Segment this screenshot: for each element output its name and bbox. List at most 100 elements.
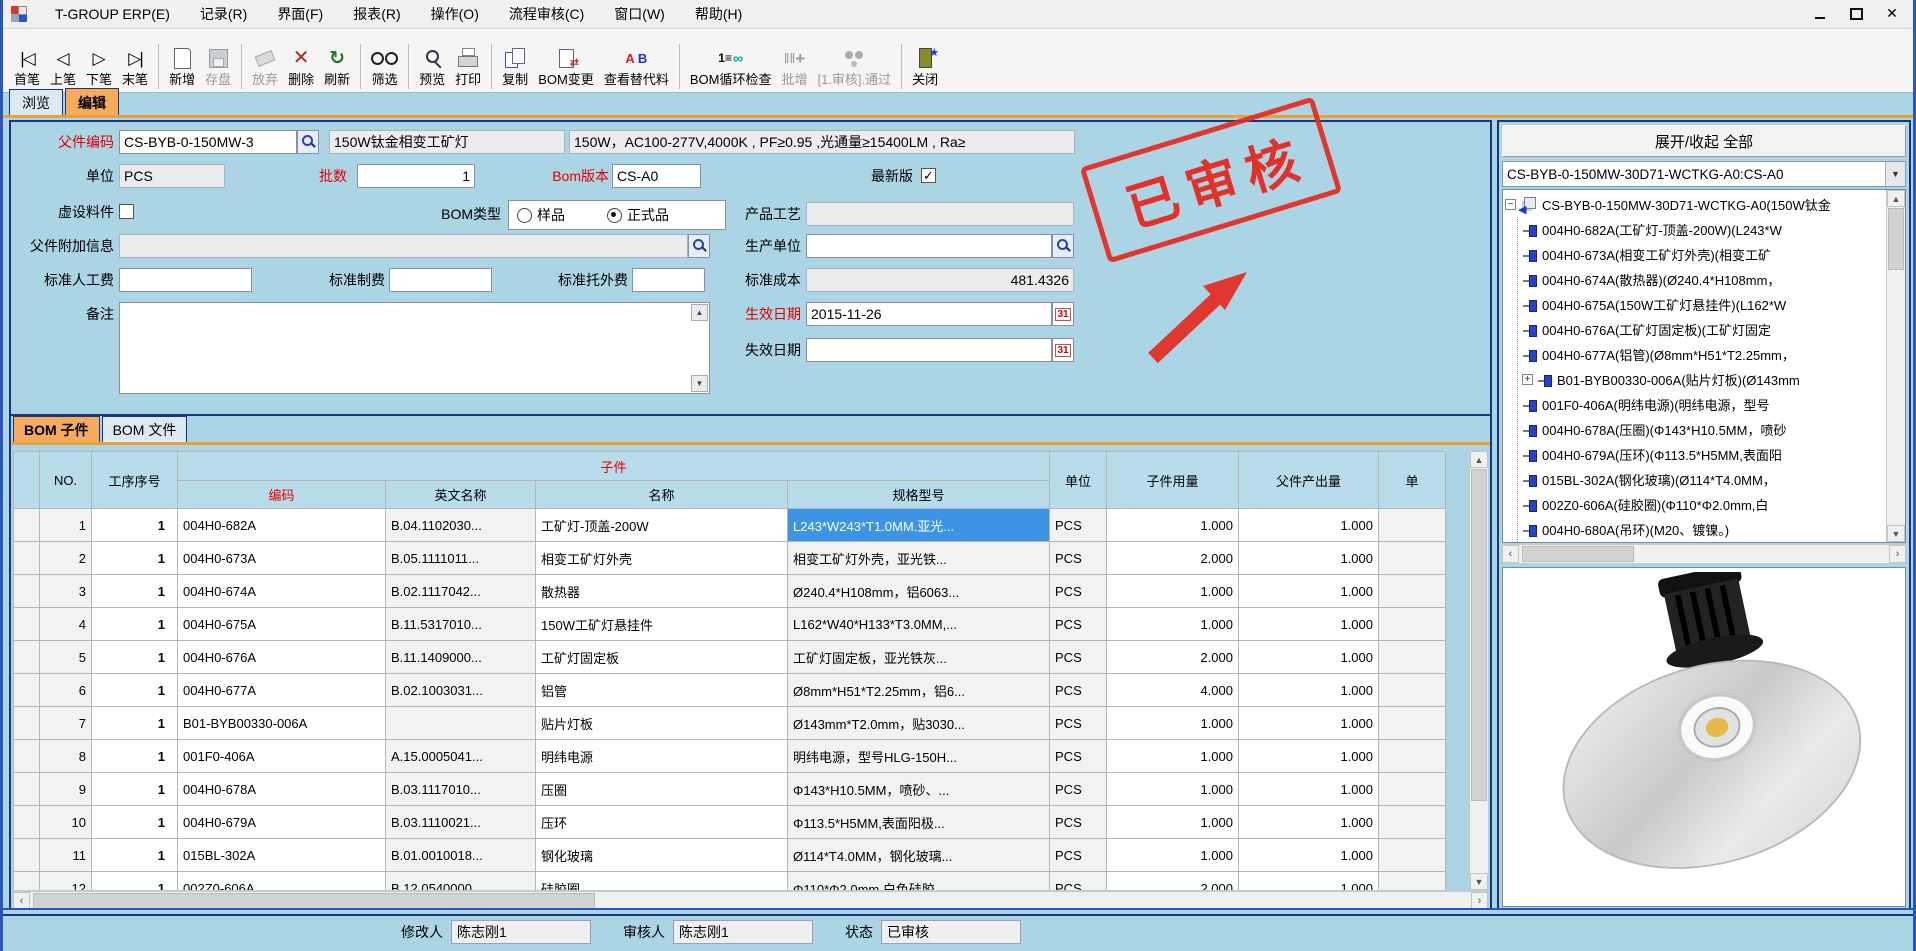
cell-code[interactable]: 004H0-676A [178,641,386,674]
grid-horizontal-scrollbar[interactable]: ‹ › [13,891,1488,910]
cell-extra[interactable] [1379,509,1446,542]
toolbar-button[interactable]: 上笔 [45,44,81,89]
cell-en-name[interactable]: B.11.1409000... [386,641,536,674]
toolbar-button[interactable]: 下笔 [81,44,117,89]
cell-name[interactable]: 压环 [536,806,788,839]
std-outsource-input[interactable] [632,268,705,292]
cell-spec[interactable]: 工矿灯固定板，亚光铁灰... [788,641,1050,674]
cell-name[interactable]: 压圈 [536,773,788,806]
scroll-left-icon[interactable]: ‹ [13,892,30,910]
scroll-up-icon[interactable]: ▲ [1470,451,1488,468]
parent-code-input[interactable]: CS-BYB-0-150MW-3 [119,130,297,154]
cell-unit[interactable]: PCS [1050,608,1107,641]
scroll-down-icon[interactable]: ▼ [1470,873,1488,890]
toolbar-button[interactable]: 批增 [776,44,812,89]
parent-name-field[interactable]: 150W钛金相变工矿灯 [329,130,565,154]
tree-vertical-scrollbar[interactable]: ▲ ▼ [1886,190,1905,542]
cell-qty[interactable]: 1.000 [1107,806,1239,839]
cell-seq[interactable]: 1 [92,542,178,575]
cell-spec[interactable]: Ø240.4*H108mm，铝6063... [788,575,1050,608]
cell-name[interactable]: 明纬电源 [536,740,788,773]
cell-name[interactable]: 硅胶圈 [536,872,788,891]
cell-en-name[interactable]: B.03.1117010... [386,773,536,806]
window-control-button[interactable] [1843,3,1869,23]
tree-item[interactable]: 004H0-676A(工矿灯固定板)(工矿灯固定 [1522,317,1887,342]
cell-qty[interactable]: 1.000 [1107,740,1239,773]
cell-row-selector[interactable] [14,773,40,806]
cell-seq[interactable]: 1 [92,806,178,839]
prod-unit-input[interactable] [806,234,1052,258]
tree-item[interactable]: 004H0-678A(压圈)(Φ143*H10.5MM，喷砂 [1522,417,1887,442]
cell-en-name[interactable]: A.15.0005041... [386,740,536,773]
cell-extra[interactable] [1379,608,1446,641]
window-control-button[interactable] [1879,3,1905,23]
cell-qty[interactable]: 2.000 [1107,872,1239,891]
scroll-up-icon[interactable]: ▲ [1887,190,1905,207]
menu-item[interactable]: 流程审核(C) [507,2,586,26]
bom-type-radio-option[interactable]: 正式品 [607,205,669,225]
tree-item[interactable]: 002Z0-606A(硅胶圈)(Φ110*Φ2.0mm,白 [1522,492,1887,517]
status-field[interactable]: 已审核 [881,920,1021,944]
latest-version-checkbox[interactable] [921,168,936,183]
effective-date-input[interactable]: 2015-11-26 [806,302,1052,326]
cell-parent-qty[interactable]: 1.000 [1239,608,1379,641]
toolbar-button[interactable]: BOM变更 [533,44,599,89]
chevron-down-icon[interactable]: ▼ [1885,162,1905,186]
scrollbar-thumb[interactable] [1522,546,1634,562]
cell-row-selector[interactable] [14,839,40,872]
cell-no[interactable]: 4 [40,608,92,641]
tree-item[interactable]: B01-BYB00330-006A(贴片灯板)(Ø143mm [1522,367,1887,392]
cell-qty[interactable]: 1.000 [1107,773,1239,806]
cell-spec[interactable]: Φ110*Φ2.0mm,白色硅胶... [788,872,1050,891]
cell-spec[interactable]: 相变工矿灯外壳，亚光铁... [788,542,1050,575]
cell-extra[interactable] [1379,542,1446,575]
cell-name[interactable]: 工矿灯-顶盖-200W [536,509,788,542]
cell-extra[interactable] [1379,641,1446,674]
cell-extra[interactable] [1379,707,1446,740]
cell-unit[interactable]: PCS [1050,641,1107,674]
cell-qty[interactable]: 2.000 [1107,542,1239,575]
cell-unit[interactable]: PCS [1050,806,1107,839]
cell-row-selector[interactable] [14,608,40,641]
cell-no[interactable]: 6 [40,674,92,707]
cell-en-name[interactable] [386,707,536,740]
scrollbar-thumb[interactable] [33,893,595,909]
cell-seq[interactable]: 1 [92,509,178,542]
toolbar-button[interactable]: [1.审核].通过 [812,44,896,89]
scrollbar-thumb[interactable] [1888,208,1904,270]
cell-parent-qty[interactable]: 1.000 [1239,542,1379,575]
cell-row-selector[interactable] [14,575,40,608]
cell-seq[interactable]: 1 [92,641,178,674]
cell-seq[interactable]: 1 [92,575,178,608]
scrollbar-thumb[interactable] [1471,469,1487,801]
cell-code[interactable]: 004H0-678A [178,773,386,806]
parent-spec-field[interactable]: 150W，AC100-277V,4000K , PF≥0.95 ,光通量≥154… [569,130,1075,154]
toolbar-button[interactable]: 复制 [491,44,533,89]
cell-no[interactable]: 3 [40,575,92,608]
cell-extra[interactable] [1379,872,1446,891]
cell-no[interactable]: 5 [40,641,92,674]
cell-spec[interactable]: Ø143mm*T2.0mm，贴3030... [788,707,1050,740]
cell-parent-qty[interactable]: 1.000 [1239,806,1379,839]
bom-tab[interactable]: BOM 子件 [13,416,100,442]
cell-extra[interactable] [1379,674,1446,707]
craft-field[interactable] [806,202,1074,226]
cell-en-name[interactable]: B.12.0540000... [386,872,536,891]
prod-unit-lookup-icon[interactable] [1052,234,1074,258]
tree-item[interactable]: 015BL-302A(钢化玻璃)(Ø114*T4.0MM， [1522,467,1887,492]
cell-code[interactable]: 004H0-682A [178,509,386,542]
cell-code[interactable]: B01-BYB00330-006A [178,707,386,740]
tree-item[interactable]: 004H0-673A(相变工矿灯外壳)(相变工矿 [1522,242,1887,267]
tree-item[interactable]: 004H0-677A(铝管)(Ø8mm*H51*T2.25mm， [1522,342,1887,367]
menu-item[interactable]: 操作(O) [429,2,481,26]
cell-parent-qty[interactable]: 1.000 [1239,740,1379,773]
cell-row-selector[interactable] [14,542,40,575]
cell-no[interactable]: 11 [40,839,92,872]
cell-name[interactable]: 贴片灯板 [536,707,788,740]
toolbar-button[interactable]: 存盘 [200,44,236,89]
cell-qty[interactable]: 2.000 [1107,641,1239,674]
toolbar-button[interactable]: 查看替代料 [599,44,674,89]
cell-no[interactable]: 1 [40,509,92,542]
tree-item[interactable]: 001F0-406A(明纬电源)(明纬电源，型号 [1522,392,1887,417]
toolbar-button[interactable]: BOM循环检查 [679,44,777,89]
